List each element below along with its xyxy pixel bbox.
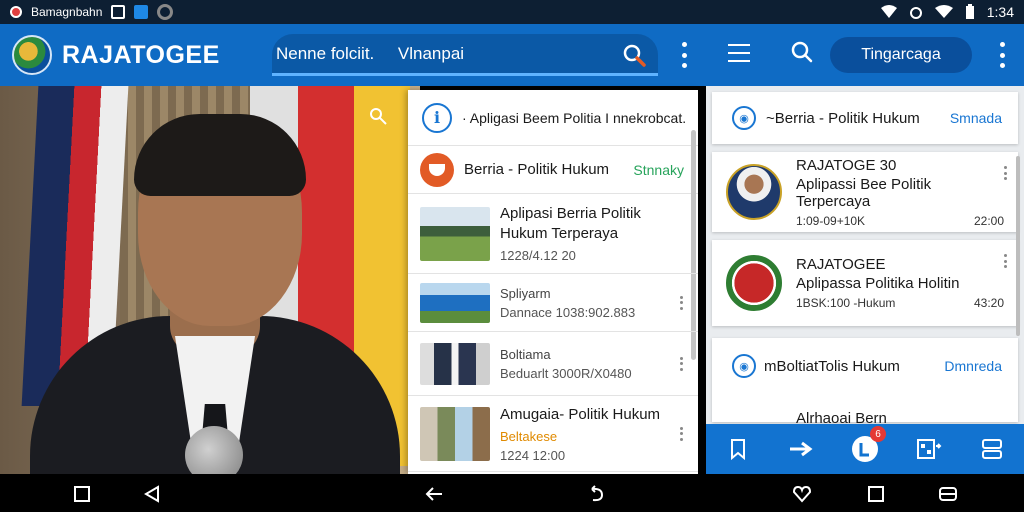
right-panel-title: ~Berria - Politik Hukum xyxy=(766,109,920,127)
item-subtitle: Aplipassi Bee Politik Terpercaya xyxy=(796,175,932,210)
item-menu-icon[interactable] xyxy=(1004,166,1008,180)
item-menu-icon[interactable] xyxy=(680,426,684,441)
hero-photo xyxy=(0,86,420,474)
carrier-label: Bamagnbahn xyxy=(31,5,103,19)
item-date: 1BSK:100 -Hukum xyxy=(796,296,896,310)
item-menu-icon[interactable] xyxy=(1004,254,1008,268)
bookmark-icon xyxy=(730,439,745,460)
search-icon[interactable] xyxy=(622,43,646,67)
layout-button[interactable] xyxy=(977,434,1007,464)
heart-icon[interactable] xyxy=(792,484,812,504)
item-time: 43:20 xyxy=(973,296,1004,310)
item-menu-icon[interactable] xyxy=(680,295,684,310)
pill-button[interactable]: Tingarcaga xyxy=(830,37,972,73)
section-title: mBoltiatTolis Hukum xyxy=(764,357,900,375)
overflow-menu-icon[interactable] xyxy=(680,42,688,68)
status-time: 1:34 xyxy=(986,4,1014,20)
facebook-icon xyxy=(134,5,149,19)
partial-list-item[interactable]: Alrhaoai Bern xyxy=(712,404,1018,424)
search-icon[interactable] xyxy=(790,40,814,64)
section-link[interactable]: Stnnaky xyxy=(633,162,684,178)
item-title: RAJATOGEE xyxy=(796,256,886,273)
gallery-icon xyxy=(111,5,126,19)
sync-icon xyxy=(157,4,174,20)
avatar xyxy=(726,255,782,311)
share-tool-button[interactable] xyxy=(723,434,753,464)
news-title: Amugaia- Politik Hukum xyxy=(500,405,661,423)
right-panel-link[interactable]: Smnada xyxy=(950,110,1002,126)
notification-badge: 6 xyxy=(869,426,886,442)
news-icon: ◉ xyxy=(732,106,756,130)
news-title: Aplipasi Berria Politik Hukum Terperaya xyxy=(500,205,641,242)
info-icon[interactable]: i xyxy=(422,102,452,133)
section-header: Berria - Politik Hukum Stnnaky xyxy=(408,146,698,194)
news-list-panel: i · Apligasi Beem Politia I nnekrobcat. … xyxy=(408,90,698,474)
right-news-panel: ◉ ~Berria - Politik Hukum Smnada RAJATOG… xyxy=(706,86,1024,474)
overflow-menu-icon-right[interactable] xyxy=(998,42,1006,68)
panel-header-text: · Apligasi Beem Politia I nnekrobcat. xyxy=(462,109,687,126)
layout-icon xyxy=(982,439,1003,459)
news-meta: Dannace 1038:902.883 xyxy=(500,304,636,320)
brand-name: RAJATOGEE xyxy=(62,40,220,69)
item-title: RAJATOGE 30 xyxy=(796,156,897,174)
arrow-right-icon xyxy=(790,441,813,457)
item-subtitle: Aplipassa Politika Holitin xyxy=(796,275,960,292)
panel-header: i · Apligasi Beem Politia I nnekrobcat. xyxy=(408,90,698,146)
zoom-icon[interactable] xyxy=(368,106,388,126)
news-meta: 1224 12:00 xyxy=(500,447,566,463)
news-icon: ◉ xyxy=(732,354,756,378)
grid-button[interactable] xyxy=(914,434,944,464)
news-thumbnail xyxy=(420,282,490,323)
item-time: 22:00 xyxy=(973,213,1004,228)
section-link[interactable]: Dmnreda xyxy=(944,358,1002,374)
item-title: Alrhaoai Bern xyxy=(796,410,887,424)
news-meta: Beduarlt 3000R/X0480 xyxy=(500,365,632,381)
battery-icon xyxy=(965,4,974,19)
bottom-toolbar: 6 xyxy=(706,424,1024,474)
list-item[interactable]: Amugaia- Politik Hukum Beltakese 1224 12… xyxy=(408,396,698,472)
forward-button[interactable] xyxy=(786,434,816,464)
search-bar[interactable]: Nenne folciit. Vlnanpai xyxy=(272,34,658,76)
news-meta: 1228/4.12 20 xyxy=(500,248,576,263)
alarm-icon xyxy=(909,7,922,19)
list-item[interactable]: Spliyarm Dannace 1038:902.883 xyxy=(408,274,698,332)
hamburger-menu-icon[interactable] xyxy=(728,44,750,62)
list-item[interactable]: Aplipasi Berria Politik Hukum Terperaya … xyxy=(408,194,698,274)
tabs-icon[interactable] xyxy=(938,484,958,504)
news-source: Beltakese xyxy=(500,428,558,444)
undo-icon[interactable] xyxy=(586,484,606,504)
news-source: Boltiama xyxy=(500,346,551,362)
search-input[interactable]: Nenne folciit. Vlnanpai xyxy=(276,44,586,64)
avatar xyxy=(726,164,782,220)
status-bar: Bamagnbahn 1:34 xyxy=(0,0,1024,24)
notification-icon xyxy=(10,6,22,18)
item-menu-icon[interactable] xyxy=(680,356,684,371)
news-thumbnail xyxy=(420,206,490,261)
system-nav-bar xyxy=(0,474,1024,512)
notifications-button[interactable]: 6 xyxy=(850,426,886,464)
news-thumbnail xyxy=(420,406,490,461)
item-date: 1:09-09+10K xyxy=(796,213,866,228)
back-triangle-icon[interactable] xyxy=(142,484,162,504)
app-bar: RAJATOGEE Nenne folciit. Vlnanpai Tingar… xyxy=(0,24,1024,86)
list-item[interactable]: Boltiama Beduarlt 3000R/X0480 xyxy=(408,332,698,396)
back-arrow-icon[interactable] xyxy=(424,484,444,504)
list-item[interactable]: RAJATOGEE Aplipassa Politika Holitin 1BS… xyxy=(712,240,1018,326)
recents-square-icon[interactable] xyxy=(72,484,92,504)
grid-icon xyxy=(916,439,941,459)
wifi-icon xyxy=(880,5,897,18)
right-panel-header: ◉ ~Berria - Politik Hukum Smnada xyxy=(712,92,1018,144)
brand-icon xyxy=(420,152,454,187)
news-thumbnail xyxy=(420,342,490,385)
news-source: Spliyarm xyxy=(500,285,551,301)
list-item[interactable]: RAJATOGE 30 Aplipassi Bee Politik Terper… xyxy=(712,152,1018,232)
scrollbar[interactable] xyxy=(1016,156,1020,336)
app-logo[interactable]: RAJATOGEE xyxy=(12,35,262,75)
logo-icon xyxy=(12,35,52,75)
device-screen: Bamagnbahn 1:34 RAJATOGEE Nenne folciit.… xyxy=(0,0,1024,512)
section-title: Berria - Politik Hukum xyxy=(464,161,610,178)
home-square-icon[interactable] xyxy=(866,484,886,504)
signal-icon xyxy=(934,5,953,18)
